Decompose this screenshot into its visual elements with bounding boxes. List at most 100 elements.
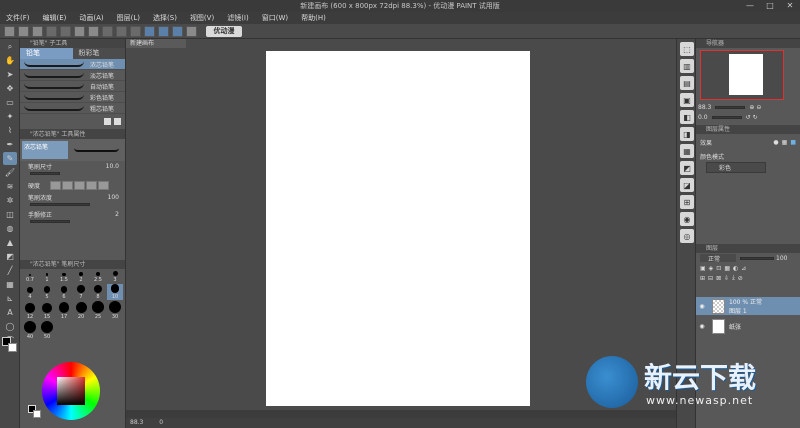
material-icon-9[interactable]: ⊞ bbox=[680, 195, 694, 209]
zoom-in-icon[interactable]: ⊕ bbox=[749, 104, 754, 111]
brush-size-option[interactable]: 0.7 bbox=[22, 271, 38, 283]
print-icon[interactable] bbox=[186, 25, 197, 37]
material-icon-7[interactable]: ◩ bbox=[680, 161, 694, 175]
menu-window[interactable]: 窗口(W) bbox=[262, 13, 288, 23]
blend-tool-icon[interactable]: ◍ bbox=[3, 222, 17, 235]
delete-layer-icon[interactable]: ⊘ bbox=[738, 275, 743, 282]
menu-filter[interactable]: 滤镜(I) bbox=[227, 13, 249, 23]
menu-layer[interactable]: 图层(L) bbox=[117, 13, 140, 23]
brush-size-option[interactable]: 7 bbox=[73, 284, 89, 300]
brush-size-option[interactable]: 40 bbox=[22, 320, 38, 340]
menu-animation[interactable]: 动画(A) bbox=[79, 13, 103, 23]
tab-pastel[interactable]: 粉彩笔 bbox=[73, 48, 126, 59]
redo-icon[interactable] bbox=[60, 25, 71, 37]
effect-tone-icon[interactable]: ▦ bbox=[782, 139, 788, 146]
delete-subtool-icon[interactable] bbox=[114, 118, 121, 125]
pencil-tool-icon[interactable]: ✎ bbox=[3, 152, 17, 165]
minimize-button[interactable]: — bbox=[740, 0, 760, 12]
deselect-icon[interactable] bbox=[102, 25, 113, 37]
zoom-out-icon[interactable]: ⊖ bbox=[756, 104, 761, 111]
brush-size-option[interactable]: 50 bbox=[39, 320, 55, 340]
brush-size-slider[interactable] bbox=[30, 172, 60, 175]
text-tool-icon[interactable]: A bbox=[3, 306, 17, 319]
material-icon-5[interactable]: ◨ bbox=[680, 127, 694, 141]
material-icon-4[interactable]: ◧ bbox=[680, 110, 694, 124]
brush-size-option[interactable]: 17 bbox=[56, 301, 72, 320]
navigator-zoom-slider[interactable] bbox=[715, 105, 746, 109]
brush-size-option[interactable]: 1.5 bbox=[56, 271, 72, 283]
menu-edit[interactable]: 编辑(E) bbox=[43, 13, 67, 23]
clip-layer-icon[interactable]: ▣ bbox=[700, 265, 706, 272]
navigator-icon[interactable]: ⬚ bbox=[680, 42, 694, 56]
hardness-selector[interactable] bbox=[50, 180, 110, 190]
menu-file[interactable]: 文件(F) bbox=[6, 13, 30, 23]
menu-view[interactable]: 视图(V) bbox=[190, 13, 214, 23]
material-icon-6[interactable]: ▦ bbox=[680, 144, 694, 158]
transform-icon[interactable] bbox=[88, 25, 99, 37]
grid-snap-icon[interactable] bbox=[172, 25, 183, 37]
brush-size-option[interactable]: 3 bbox=[107, 271, 123, 283]
material-icon-3[interactable]: ▣ bbox=[680, 93, 694, 107]
brush-item-dark-pencil[interactable]: 浓芯铅笔 bbox=[20, 59, 125, 70]
zoom-tool-icon[interactable]: ⌕ bbox=[3, 40, 17, 53]
selection-tool-icon[interactable]: ▭ bbox=[3, 96, 17, 109]
ruler-tool-icon[interactable]: ⊾ bbox=[3, 292, 17, 305]
lock-transparency-icon[interactable]: ▦ bbox=[724, 265, 730, 272]
material-icon-10[interactable]: ◉ bbox=[680, 212, 694, 226]
gradient-tool-icon[interactable]: ◩ bbox=[3, 250, 17, 263]
lock-layer-icon[interactable]: ⊡ bbox=[716, 265, 721, 272]
brush-size-option[interactable]: 12 bbox=[22, 301, 38, 320]
auto-select-tool-icon[interactable]: ✦ bbox=[3, 110, 17, 123]
transfer-layer-icon[interactable]: ⇩ bbox=[724, 275, 729, 282]
brush-size-option[interactable]: 10 bbox=[107, 284, 123, 300]
effect-layer-color-icon[interactable]: ■ bbox=[790, 139, 796, 146]
menu-help[interactable]: 帮助(H) bbox=[301, 13, 326, 23]
rotate-left-icon[interactable]: ↺ bbox=[746, 114, 751, 121]
opacity-slider[interactable] bbox=[740, 256, 774, 260]
sub-color-chip[interactable] bbox=[33, 410, 41, 418]
balloon-tool-icon[interactable]: ◯ bbox=[3, 320, 17, 333]
close-button[interactable]: ✕ bbox=[780, 0, 800, 12]
ruler-snap-icon[interactable] bbox=[144, 25, 155, 37]
drawing-canvas[interactable] bbox=[266, 51, 530, 406]
brush-size-option[interactable]: 2 bbox=[73, 271, 89, 283]
menu-select[interactable]: 选择(S) bbox=[153, 13, 177, 23]
hand-tool-icon[interactable]: ✋ bbox=[3, 54, 17, 67]
navigator-angle-slider[interactable] bbox=[711, 115, 742, 119]
undo-icon[interactable] bbox=[46, 25, 57, 37]
decoration-tool-icon[interactable]: ✲ bbox=[3, 194, 17, 207]
brush-tool-icon[interactable]: 🖌 bbox=[3, 166, 17, 179]
reference-layer-icon[interactable]: ◈ bbox=[709, 265, 714, 272]
brush-size-option[interactable]: 25 bbox=[90, 301, 106, 320]
merge-layer-icon[interactable]: ⤓ bbox=[732, 274, 735, 282]
material-icon-2[interactable]: ▤ bbox=[680, 76, 694, 90]
material-icon[interactable]: ▥ bbox=[680, 59, 694, 73]
eraser-tool-icon[interactable]: ◫ bbox=[3, 208, 17, 221]
eyedropper-tool-icon[interactable]: ⌇ bbox=[3, 124, 17, 137]
new-raster-layer-icon[interactable]: ⊞ bbox=[700, 275, 705, 282]
rotate-right-icon[interactable]: ↻ bbox=[753, 114, 758, 121]
sub-color-swatch[interactable] bbox=[8, 343, 17, 352]
fill-tool-icon[interactable]: ▲ bbox=[3, 236, 17, 249]
frame-tool-icon[interactable]: ▦ bbox=[3, 278, 17, 291]
open-file-icon[interactable] bbox=[18, 25, 29, 37]
brush-item-color-pencil[interactable]: 彩色铅笔 bbox=[20, 92, 125, 103]
save-icon[interactable] bbox=[32, 25, 43, 37]
new-vector-layer-icon[interactable]: ⊟ bbox=[708, 275, 713, 282]
clear-icon[interactable] bbox=[74, 25, 85, 37]
material-icon-11[interactable]: ◎ bbox=[680, 229, 694, 243]
ruler-layer-icon[interactable]: ⊿ bbox=[741, 265, 746, 272]
eye-icon[interactable]: ◉ bbox=[696, 303, 708, 310]
layer-item-paper[interactable]: ◉ 纸张 bbox=[696, 317, 800, 335]
brush-size-option[interactable]: 5 bbox=[39, 284, 55, 300]
document-tab[interactable]: 新建画布 bbox=[126, 39, 186, 48]
brush-item-thick-pencil[interactable]: 粗芯铅笔 bbox=[20, 103, 125, 114]
move-layer-tool-icon[interactable]: ✥ bbox=[3, 82, 17, 95]
material-icon-8[interactable]: ◪ bbox=[680, 178, 694, 192]
brush-size-option[interactable]: 2.5 bbox=[90, 271, 106, 283]
brush-size-option[interactable]: 4 bbox=[22, 284, 38, 300]
brush-item-light-pencil[interactable]: 淡芯铅笔 bbox=[20, 70, 125, 81]
brush-size-option[interactable]: 30 bbox=[107, 300, 123, 320]
brush-size-option[interactable]: 6 bbox=[56, 284, 72, 300]
brush-size-option[interactable]: 1 bbox=[39, 271, 55, 283]
